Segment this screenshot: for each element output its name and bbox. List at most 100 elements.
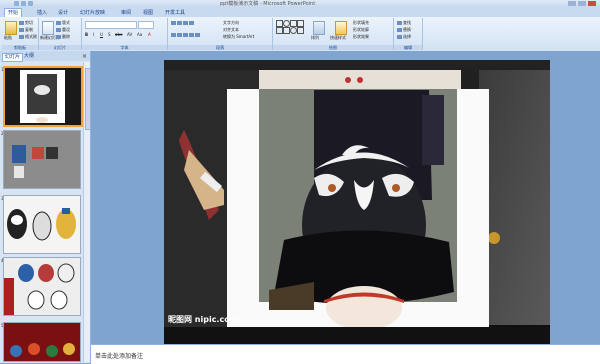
thumb-1-image: [5, 68, 81, 125]
tab-home[interactable]: 开始: [4, 8, 23, 17]
triangle-shape-icon[interactable]: [276, 27, 283, 34]
right-eye: [392, 184, 400, 192]
maximize-button[interactable]: [578, 1, 586, 6]
underline-button[interactable]: U: [100, 32, 103, 37]
slide-thumbnail-3[interactable]: [3, 195, 81, 254]
slides-group-label: 幻灯片: [39, 45, 81, 50]
delete-button[interactable]: 删除: [56, 34, 70, 40]
slide-thumbnail-5[interactable]: [3, 322, 81, 362]
rect-shape-icon[interactable]: [276, 20, 283, 27]
slides-pane: 幻灯片 大纲 × 1 2 3 4 5: [0, 51, 91, 363]
find-icon: [397, 21, 402, 25]
quick-styles-icon[interactable]: [335, 21, 347, 35]
close-pane-icon[interactable]: ×: [82, 53, 87, 60]
hat-side: [422, 95, 444, 165]
tab-view[interactable]: 视图: [140, 9, 156, 17]
bullets-button[interactable]: [171, 20, 195, 25]
arrange-icon[interactable]: [313, 21, 325, 35]
quick-styles-button[interactable]: 快速样式: [330, 35, 346, 41]
quick-access-toolbar[interactable]: [14, 1, 44, 7]
select-icon: [397, 35, 402, 39]
arrow-shape-icon[interactable]: [297, 20, 304, 27]
justify-icon: [189, 33, 194, 37]
tab-insert[interactable]: 插入: [34, 9, 50, 17]
select-button[interactable]: 选择: [397, 34, 411, 40]
slide-canvas: [164, 60, 550, 345]
close-button[interactable]: [588, 1, 596, 6]
cut-button[interactable]: 剪切: [19, 20, 33, 26]
bottom-strip: [164, 327, 550, 345]
slide-thumbnail-1[interactable]: [3, 66, 83, 127]
align-text-button[interactable]: 对齐文本: [223, 27, 239, 33]
brush-icon: [19, 35, 24, 39]
slides-group: 新建幻灯片 版式 重设 删除 幻灯片: [39, 18, 82, 50]
strikethrough-button[interactable]: abe: [115, 32, 122, 37]
layout-icon: [56, 21, 61, 25]
align-left-icon: [171, 33, 176, 37]
paragraph-group-label: 段落: [168, 45, 272, 50]
shape-outline-button[interactable]: 形状轮廓: [353, 27, 369, 33]
minimize-button[interactable]: [568, 1, 576, 6]
watermark-text: 昵图网 nipic.com: [168, 315, 239, 324]
slides-pane-tabs: 幻灯片 大纲 ×: [0, 51, 90, 62]
italic-button[interactable]: I: [93, 32, 94, 37]
columns-icon: [195, 33, 200, 37]
tab-outline-pane[interactable]: 大纲: [22, 53, 36, 60]
arrange-button[interactable]: 排列: [311, 35, 319, 41]
format-painter-button[interactable]: 格式刷: [19, 34, 37, 40]
char-spacing-button[interactable]: AV: [127, 32, 132, 37]
font-size-select[interactable]: [138, 21, 154, 29]
align-buttons[interactable]: [171, 32, 201, 37]
shape-fill-button[interactable]: 形状填充: [353, 20, 369, 26]
convert-smartart-button[interactable]: 转换为 SmartArt: [223, 34, 254, 40]
current-slide[interactable]: 昵图网 nipic.com: [164, 60, 550, 345]
copy-button[interactable]: 复制: [19, 27, 33, 33]
line-spacing-icon: [189, 21, 194, 25]
font-family-select[interactable]: [85, 21, 137, 29]
clipboard-group-label: 剪贴板: [2, 45, 38, 50]
paste-icon[interactable]: [5, 21, 17, 35]
font-color-button[interactable]: A: [148, 32, 151, 37]
ribbon-tabs: 开始 插入 设计 幻灯片放映 审阅 视图 开发工具: [0, 8, 600, 17]
redo-icon[interactable]: [28, 1, 33, 6]
numbering-icon: [177, 21, 182, 25]
background-photo-right: [479, 70, 550, 325]
tab-design[interactable]: 设计: [55, 9, 71, 17]
slide-thumbnail-4[interactable]: [3, 257, 81, 316]
reset-button[interactable]: 重设: [56, 27, 70, 33]
clipboard-group: 粘贴 剪切 复制 格式刷 剪贴板: [2, 18, 39, 50]
drawing-group-label: 绘图: [273, 45, 393, 50]
text-direction-button[interactable]: 文字方向: [223, 20, 239, 26]
title-bar: ppt模板演示文稿 - Microsoft PowerPoint: [0, 0, 600, 8]
star-shape-icon[interactable]: [283, 27, 290, 34]
paste-button[interactable]: 粘贴: [4, 35, 12, 41]
thumb-5-image: [4, 323, 80, 361]
window-controls[interactable]: [566, 1, 596, 8]
change-case-button[interactable]: Aa: [137, 32, 142, 37]
oval-shape-icon[interactable]: [283, 20, 290, 27]
tab-developer[interactable]: 开发工具: [162, 9, 188, 17]
editing-group-label: 编辑: [394, 45, 422, 50]
tab-slides-pane[interactable]: 幻灯片: [2, 53, 24, 62]
undo-icon[interactable]: [21, 1, 26, 6]
save-icon[interactable]: [14, 1, 19, 6]
notes-placeholder[interactable]: 单击此处添加备注: [95, 351, 143, 360]
slides-pane-scrollbar[interactable]: [83, 62, 91, 362]
left-eye: [328, 184, 336, 192]
brace-shape-icon[interactable]: [297, 27, 304, 34]
line-shape-icon[interactable]: [290, 20, 297, 27]
tab-slideshow[interactable]: 幻灯片放映: [77, 9, 108, 17]
bold-button[interactable]: B: [85, 32, 88, 37]
shadow-button[interactable]: S: [108, 32, 111, 37]
tab-review[interactable]: 审阅: [118, 9, 134, 17]
shape-effects-button[interactable]: 形状效果: [353, 34, 369, 40]
slide-thumbnail-2[interactable]: [3, 130, 81, 189]
new-slide-icon[interactable]: [42, 21, 54, 35]
ribbon: 粘贴 剪切 复制 格式刷 剪贴板 新建幻灯片 版式 重设 删除 幻灯片 B I …: [0, 17, 600, 52]
find-button[interactable]: 查找: [397, 20, 411, 26]
replace-button[interactable]: 替换: [397, 27, 411, 33]
notes-pane[interactable]: 单击此处添加备注: [91, 344, 600, 364]
circle-shape-icon[interactable]: [290, 27, 297, 34]
thumb-2-image: [4, 131, 80, 188]
layout-button[interactable]: 版式: [56, 20, 70, 26]
